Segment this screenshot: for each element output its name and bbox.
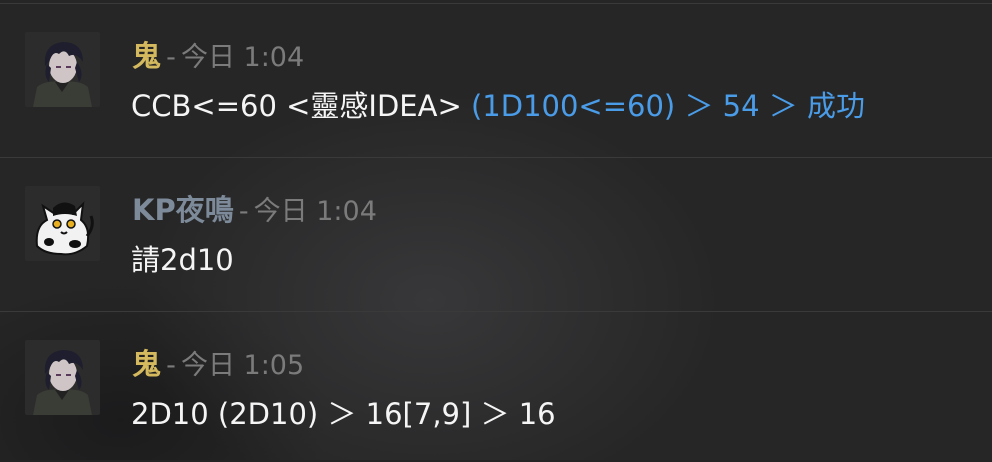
chat-log: 鬼 - 今日 1:04 CCB<=60 <靈感IDEA> (1D100<=60)… bbox=[0, 0, 992, 460]
author-name[interactable]: 鬼 bbox=[132, 39, 161, 73]
message-content: CCB<=60 <靈感IDEA> (1D100<=60) ＞ 54 ＞ 成功 bbox=[131, 86, 865, 126]
header-separator: - bbox=[166, 42, 176, 73]
dark-haired-character-avatar-icon[interactable] bbox=[25, 340, 100, 415]
message-content: 請2d10 bbox=[131, 240, 234, 280]
timestamp: 今日 1:05 bbox=[180, 350, 305, 381]
chat-message: 鬼 - 今日 1:04 CCB<=60 <靈感IDEA> (1D100<=60)… bbox=[0, 0, 992, 154]
message-text: 2D10 (2D10) ＞ 16[7,9] ＞ 16 bbox=[131, 397, 556, 431]
message-header: 鬼 - 今日 1:05 bbox=[132, 344, 304, 389]
timestamp: 今日 1:04 bbox=[180, 42, 305, 73]
message-text: CCB<=60 <靈感IDEA> bbox=[131, 89, 462, 123]
chat-message: 鬼 - 今日 1:05 2D10 (2D10) ＞ 16[7,9] ＞ 16 bbox=[0, 308, 992, 462]
header-separator: - bbox=[238, 196, 249, 227]
timestamp: 今日 1:04 bbox=[253, 196, 377, 227]
message-text: 請2d10 bbox=[131, 243, 234, 277]
black-white-cat-avatar-icon[interactable] bbox=[25, 186, 100, 261]
dark-haired-character-avatar-icon[interactable] bbox=[25, 32, 100, 107]
message-header: KP夜鳴 - 今日 1:04 bbox=[132, 190, 377, 235]
author-name[interactable]: KP夜鳴 bbox=[132, 193, 234, 227]
author-name[interactable]: 鬼 bbox=[132, 347, 161, 381]
chat-message: KP夜鳴 - 今日 1:04 請2d10 bbox=[0, 154, 992, 308]
dice-roll-result: (1D100<=60) ＞ 54 ＞ 成功 bbox=[470, 89, 866, 123]
message-header: 鬼 - 今日 1:04 bbox=[132, 36, 304, 81]
message-content: 2D10 (2D10) ＞ 16[7,9] ＞ 16 bbox=[131, 394, 556, 434]
header-separator: - bbox=[166, 350, 176, 381]
